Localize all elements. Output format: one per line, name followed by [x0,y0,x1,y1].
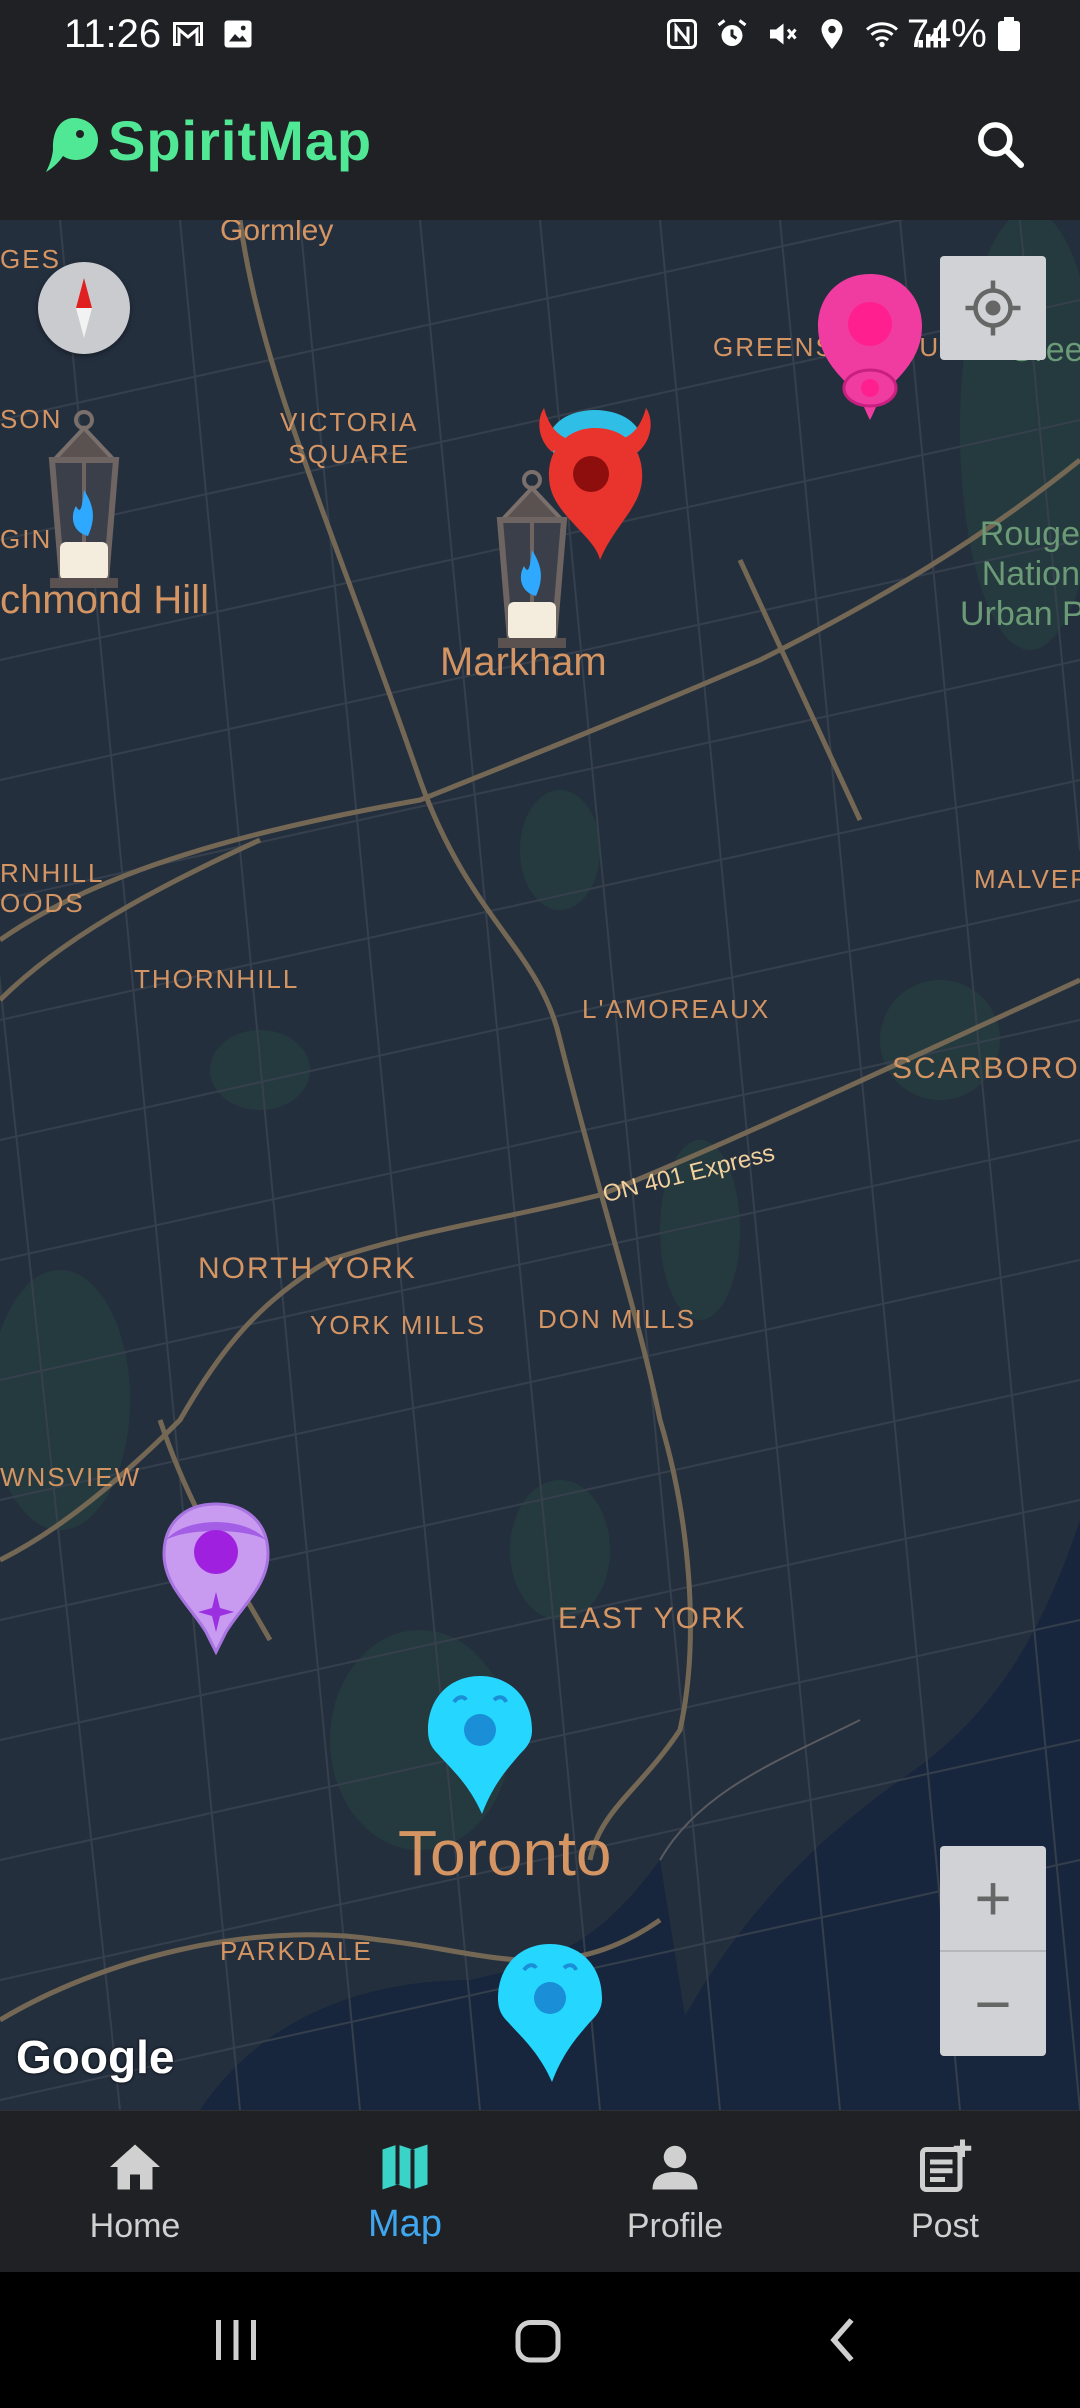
person-icon [652,2145,698,2190]
map-label-north-york: NORTH YORK [198,1252,417,1285]
devil-marker[interactable] [530,400,660,570]
pink-marker[interactable] [810,270,930,430]
app-title: SpiritMap [108,109,373,172]
location-icon [821,19,843,49]
nav-label-map: Map [368,2203,442,2245]
compass-icon [76,278,92,338]
nfc-icon [667,19,697,49]
map-label-lamoureaux: L'AMOREAUX [582,994,771,1024]
system-navigation-bar [0,2272,1080,2408]
home-button[interactable] [508,2310,568,2370]
map-label-toronto: Toronto [398,1817,612,1889]
map-label-victoria-square: VICTORIA SQUARE [280,407,419,469]
battery-icon [998,17,1020,51]
gallery-icon [224,20,252,48]
map-label-parkdale: PARKDALE [220,1936,373,1966]
battery-level: 74% [907,12,1020,57]
gmail-icon [173,22,203,46]
map-label-rouge: Rouge Nation Urban P [960,515,1080,633]
compass-button[interactable] [38,262,130,354]
search-icon[interactable] [972,116,1028,172]
ghost-marker[interactable] [490,1938,610,2088]
map-label-york-mills: YORK MILLS [310,1310,487,1340]
nav-item-profile[interactable]: Profile [540,2111,810,2273]
nav-item-home[interactable]: Home [0,2111,270,2273]
zoom-out-button[interactable]: − [940,1952,1046,2056]
map-label-east-york: EAST YORK [558,1602,747,1635]
bottom-navigation: Home Map Profile Post [0,2110,1080,2273]
nav-item-post[interactable]: Post [810,2111,1080,2273]
alarm-icon [717,19,747,46]
lantern-marker[interactable] [24,410,144,600]
wifi-icon [866,22,898,48]
ghost-marker[interactable] [420,1670,540,1820]
ghost-icon [46,118,98,172]
status-time: 11:26 [64,12,162,56]
nav-label-profile: Profile [626,2207,724,2245]
status-bar: 11:26 74% [0,0,1080,72]
map-label-gormley: Gormley [220,220,334,247]
nav-item-map[interactable]: Map [270,2111,540,2273]
map-view[interactable]: Gormley GES SON GIN VICTORIA SQUARE GREE… [0,220,1080,2110]
google-logo: Google [16,2031,175,2083]
post-add-icon [920,2139,972,2192]
map-label-thornhill: THORNHILL [134,964,300,994]
purple-marker[interactable] [156,1500,276,1660]
map-label-westview: WNSVIEW [0,1462,142,1492]
map-label-malvern: MALVER [974,864,1080,894]
home-icon [110,2144,160,2190]
recents-button[interactable] [206,2310,266,2370]
map-label-thornhill-woods: RNHILL OODS [0,858,105,918]
crosshair-icon [965,280,1021,336]
nav-label-post: Post [910,2207,980,2245]
zoom-in-button[interactable]: + [940,1846,1046,1952]
back-button[interactable] [814,2310,874,2370]
my-location-button[interactable] [940,256,1046,360]
map-icon [382,2144,428,2190]
nav-label-home: Home [89,2207,181,2245]
map-label-scarborough: SCARBORO [892,1052,1080,1085]
app-bar: SpiritMap [0,72,1080,220]
map-label-don-mills: DON MILLS [538,1304,697,1334]
mute-icon [770,23,797,45]
